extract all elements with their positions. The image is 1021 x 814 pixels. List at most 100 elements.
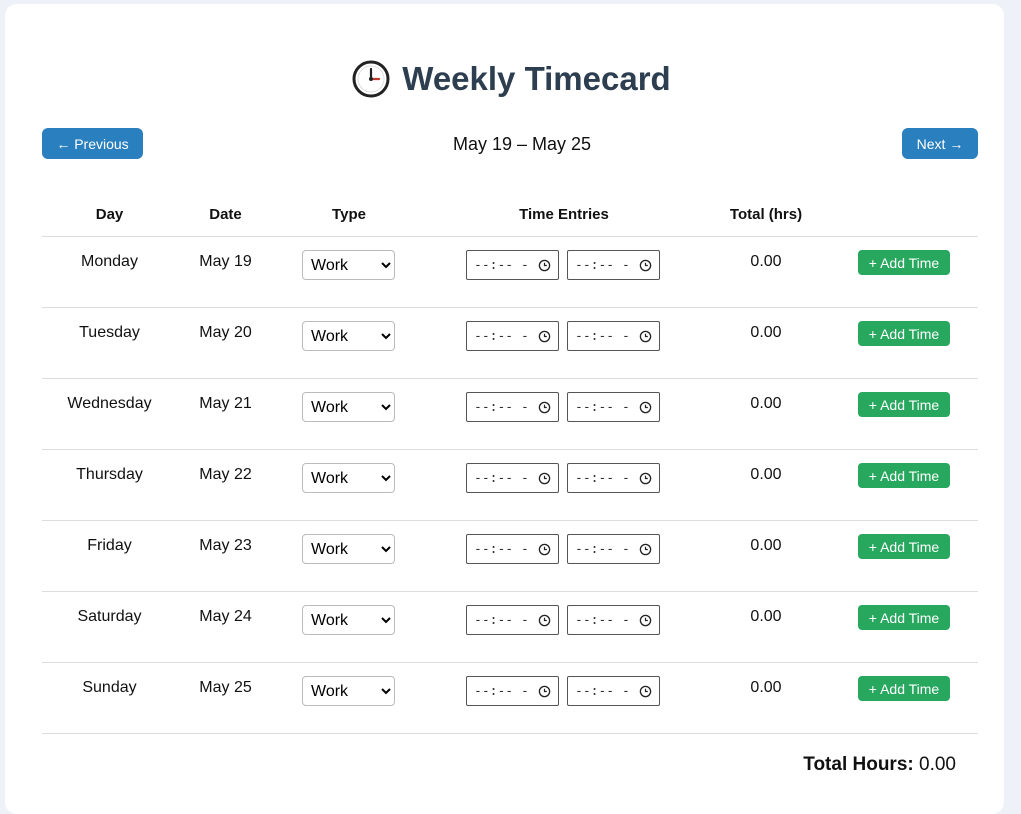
- time-placeholder: --:-- -: [474, 683, 529, 699]
- next-week-button[interactable]: Next →: [902, 128, 978, 159]
- clock-icon: [538, 330, 551, 342]
- date-cell: May 22: [199, 466, 252, 483]
- time-placeholder: --:-- -: [474, 541, 529, 557]
- previous-week-button[interactable]: ← Previous: [42, 128, 143, 159]
- week-range-label: May 19 – May 25: [452, 134, 592, 154]
- end-time-input[interactable]: --:-- -: [567, 250, 660, 280]
- clock-icon: [538, 401, 551, 413]
- clock-icon: [538, 543, 551, 555]
- clock-icon: [639, 685, 652, 697]
- time-placeholder: --:-- -: [474, 257, 529, 273]
- time-placeholder: --:-- -: [575, 541, 630, 557]
- row-total: 0.00: [750, 324, 782, 341]
- type-select[interactable]: Work: [302, 463, 395, 493]
- clock-icon: [639, 330, 652, 342]
- start-time-input[interactable]: --:-- -: [466, 463, 559, 493]
- clock-icon: [639, 401, 652, 413]
- end-time-input[interactable]: --:-- -: [567, 605, 660, 635]
- date-cell: May 21: [199, 395, 252, 412]
- col-header-day: Day: [95, 206, 124, 223]
- table-row: Wednesday May 21 Work --:-- - --:-- - 0.00 + A…: [42, 379, 978, 450]
- add-time-button[interactable]: + Add Time: [858, 321, 950, 346]
- end-time-input[interactable]: --:-- -: [567, 321, 660, 351]
- date-cell: May 19: [199, 253, 252, 270]
- add-time-button[interactable]: + Add Time: [858, 463, 950, 488]
- col-header-date: Date: [209, 206, 242, 223]
- time-placeholder: --:-- -: [474, 470, 529, 486]
- add-time-button[interactable]: + Add Time: [858, 605, 950, 630]
- timecard-panel: Weekly Timecard ← Previous May 19 – May …: [5, 4, 1004, 814]
- table-body: Monday May 19 Work --:-- - --:-- - 0.00 + Add …: [42, 237, 978, 734]
- timecard-table: Day Date Type Time Entries Total (hrs) M…: [42, 192, 978, 734]
- grand-total-label: Total Hours:: [803, 754, 914, 775]
- start-time-input[interactable]: --:-- -: [466, 392, 559, 422]
- clock-icon: [538, 259, 551, 271]
- time-placeholder: --:-- -: [474, 399, 529, 415]
- table-row: Thursday May 22 Work --:-- - --:-- - 0.00 + Ad…: [42, 450, 978, 521]
- clock-icon: [639, 543, 652, 555]
- date-cell: May 24: [199, 608, 252, 625]
- table-row: Saturday May 24 Work --:-- - --:-- - 0.00 + Ad…: [42, 592, 978, 663]
- type-select[interactable]: Work: [302, 534, 395, 564]
- type-select[interactable]: Work: [302, 676, 395, 706]
- clock-icon: [639, 472, 652, 484]
- date-cell: May 25: [199, 679, 252, 696]
- type-select[interactable]: Work: [302, 321, 395, 351]
- clock-icon: [538, 685, 551, 697]
- time-placeholder: --:-- -: [575, 328, 630, 344]
- day-cell: Monday: [81, 253, 138, 270]
- time-placeholder: --:-- -: [575, 470, 630, 486]
- time-placeholder: --:-- -: [474, 612, 529, 628]
- col-header-time-entries: Time Entries: [519, 206, 609, 223]
- type-select[interactable]: Work: [302, 605, 395, 635]
- grand-total-value: 0.00: [919, 754, 956, 775]
- end-time-input[interactable]: --:-- -: [567, 392, 660, 422]
- add-time-button[interactable]: + Add Time: [858, 392, 950, 417]
- start-time-input[interactable]: --:-- -: [466, 605, 559, 635]
- table-row: Sunday May 25 Work --:-- - --:-- - 0.00 + Add …: [42, 663, 978, 734]
- time-placeholder: --:-- -: [575, 612, 630, 628]
- clock-icon: [538, 472, 551, 484]
- type-select[interactable]: Work: [302, 250, 395, 280]
- type-select[interactable]: Work: [302, 392, 395, 422]
- row-total: 0.00: [750, 537, 782, 554]
- time-placeholder: --:-- -: [575, 257, 630, 273]
- row-total: 0.00: [750, 679, 782, 696]
- start-time-input[interactable]: --:-- -: [466, 534, 559, 564]
- date-cell: May 23: [199, 537, 252, 554]
- row-total: 0.00: [750, 466, 782, 483]
- add-time-button[interactable]: + Add Time: [858, 676, 950, 701]
- col-header-type: Type: [332, 206, 366, 223]
- start-time-input[interactable]: --:-- -: [466, 250, 559, 280]
- table-header: Day Date Type Time Entries Total (hrs): [42, 192, 978, 237]
- clock-icon: [639, 259, 652, 271]
- day-cell: Saturday: [77, 608, 142, 625]
- day-cell: Tuesday: [79, 324, 140, 341]
- time-placeholder: --:-- -: [575, 399, 630, 415]
- row-total: 0.00: [750, 395, 782, 412]
- end-time-input[interactable]: --:-- -: [567, 534, 660, 564]
- add-time-button[interactable]: + Add Time: [858, 534, 950, 559]
- table-row: Monday May 19 Work --:-- - --:-- - 0.00 + Add …: [42, 237, 978, 308]
- table-row: Tuesday May 20 Work --:-- - --:-- - 0.00 + Add…: [42, 308, 978, 379]
- day-cell: Friday: [87, 537, 132, 554]
- row-total: 0.00: [750, 253, 782, 270]
- time-placeholder: --:-- -: [474, 328, 529, 344]
- clock-icon: [639, 614, 652, 626]
- day-cell: Thursday: [76, 466, 143, 483]
- title-text: Weekly Timecard: [402, 60, 671, 97]
- start-time-input[interactable]: --:-- -: [466, 676, 559, 706]
- page-title: Weekly Timecard: [5, 60, 1018, 98]
- end-time-input[interactable]: --:-- -: [567, 676, 660, 706]
- table-row: Friday May 23 Work --:-- - --:-- - 0.00 + Add …: [42, 521, 978, 592]
- clock-icon: [352, 60, 390, 98]
- date-cell: May 20: [199, 324, 252, 341]
- add-time-button[interactable]: + Add Time: [858, 250, 950, 275]
- time-placeholder: --:-- -: [575, 683, 630, 699]
- start-time-input[interactable]: --:-- -: [466, 321, 559, 351]
- day-cell: Wednesday: [67, 395, 152, 412]
- grand-total: Total Hours: 0.00: [803, 754, 956, 776]
- end-time-input[interactable]: --:-- -: [567, 463, 660, 493]
- col-header-total: Total (hrs): [729, 206, 803, 223]
- row-total: 0.00: [750, 608, 782, 625]
